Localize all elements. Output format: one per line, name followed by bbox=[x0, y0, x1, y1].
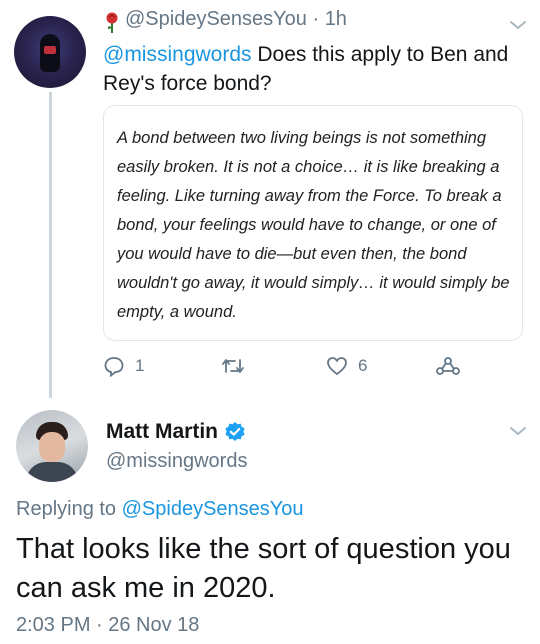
avatar-shirt bbox=[26, 462, 78, 482]
reply-button[interactable]: 1 bbox=[103, 354, 144, 378]
mention-link[interactable]: @missingwords bbox=[103, 43, 252, 66]
avatar-detail bbox=[44, 46, 56, 54]
retweet-button[interactable] bbox=[220, 354, 246, 378]
reply-tweet-text: @missingwords Does this apply to Ben and… bbox=[103, 40, 523, 98]
reply-count: 1 bbox=[135, 356, 145, 375]
main-tweet-text: That looks like the sort of question you… bbox=[16, 533, 511, 604]
avatar-face bbox=[39, 432, 65, 462]
chevron-down-icon[interactable] bbox=[508, 424, 528, 438]
author-name: Matt Martin bbox=[106, 420, 218, 443]
heart-icon bbox=[327, 357, 347, 376]
retweet-icon bbox=[222, 359, 244, 373]
replying-to-link[interactable]: @SpideySensesYou bbox=[122, 498, 304, 520]
avatar-matt-martin[interactable] bbox=[16, 410, 88, 482]
avatar-spideysensesyou[interactable] bbox=[14, 16, 86, 88]
chevron-down-icon[interactable] bbox=[508, 18, 528, 32]
replying-prefix: Replying to bbox=[16, 498, 122, 520]
thread-connector-line bbox=[49, 92, 52, 398]
rose-icon bbox=[106, 12, 118, 33]
tweet-timestamp[interactable]: 2:03 PM · 26 Nov 18 bbox=[16, 614, 199, 637]
like-count: 6 bbox=[358, 356, 368, 375]
author-name-row[interactable]: Matt Martin bbox=[106, 420, 246, 444]
share-button[interactable] bbox=[435, 354, 461, 378]
like-button[interactable]: 6 bbox=[326, 354, 367, 378]
verified-icon bbox=[225, 422, 245, 441]
quote-text: A bond between two living beings is not … bbox=[117, 129, 510, 321]
author-handle[interactable]: @missingwords bbox=[106, 450, 247, 473]
reply-icon bbox=[104, 357, 124, 377]
share-icon bbox=[436, 357, 460, 375]
replying-to: Replying to @SpideySensesYou bbox=[16, 498, 304, 521]
tweet-handle-time[interactable]: @SpideySensesYou · 1h bbox=[125, 8, 347, 31]
